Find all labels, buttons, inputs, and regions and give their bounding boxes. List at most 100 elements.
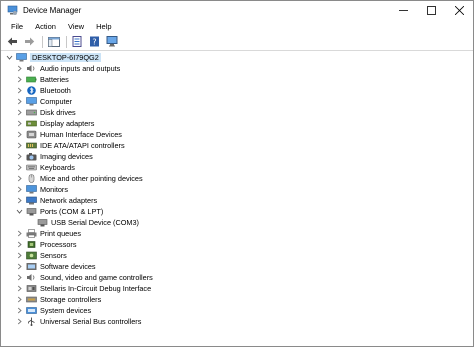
menu-help[interactable]: Help [90,22,117,31]
help-book-icon: ? [90,36,99,47]
ide-controller-icon [26,141,37,150]
device-category-row[interactable]: Network adapters [1,195,473,206]
usb-icon [26,317,37,326]
device-category-row[interactable]: Stellaris In-Circuit Debug Interface [1,283,473,294]
device-category-row[interactable]: Batteries [1,74,473,85]
device-category-label: Print queues [40,229,81,238]
window-title: Device Manager [23,5,82,15]
device-category-row[interactable]: Storage controllers [1,294,473,305]
maximize-icon [426,5,436,15]
chevron-right-icon[interactable] [15,65,23,73]
device-category-row[interactable]: Sound, video and game controllers [1,272,473,283]
scan-hardware-changes-button[interactable] [104,35,119,49]
device-category-label: Disk drives [40,108,76,117]
chevron-right-icon[interactable] [15,142,23,150]
device-category-row[interactable]: Computer [1,96,473,107]
chevron-right-icon[interactable] [15,87,23,95]
device-category-label: Monitors [40,185,68,194]
network-adapter-icon [26,196,37,205]
menu-view[interactable]: View [62,22,90,31]
device-category-row[interactable]: Ports (COM & LPT) [1,206,473,217]
chevron-right-icon[interactable] [15,164,23,172]
console-tree-icon [47,36,60,47]
device-category-row[interactable]: Universal Serial Bus controllers [1,316,473,327]
chevron-right-icon[interactable] [15,109,23,117]
device-category-label: Keyboards [40,163,75,172]
device-category-row[interactable]: IDE ATA/ATAPI controllers [1,140,473,151]
device-category-label: IDE ATA/ATAPI controllers [40,141,125,150]
device-category-row[interactable]: System devices [1,305,473,316]
device-category-row[interactable]: Mice and other pointing devices [1,173,473,184]
display-adapter-icon [26,119,37,128]
title-bar[interactable]: Device Manager [1,1,473,19]
device-category-row[interactable]: Human Interface Devices [1,129,473,140]
chevron-right-icon[interactable] [15,120,23,128]
chevron-right-icon[interactable] [15,153,23,161]
maximize-button[interactable] [417,1,445,19]
device-category-label: Stellaris In-Circuit Debug Interface [40,284,152,293]
back-button[interactable] [5,35,20,49]
device-label: USB Serial Device (COM3) [51,218,139,227]
chevron-right-icon[interactable] [15,230,23,238]
minimize-button[interactable] [389,1,417,19]
close-icon [454,5,464,15]
device-category-label: Ports (COM & LPT) [40,207,104,216]
properties-button[interactable] [70,35,85,49]
chevron-right-icon[interactable] [15,98,23,106]
speaker-icon [26,273,37,282]
chevron-right-icon[interactable] [15,241,23,249]
properties-icon [72,36,82,47]
device-category-row[interactable]: Sensors [1,250,473,261]
device-category-row[interactable]: Software devices [1,261,473,272]
device-category-row[interactable]: Disk drives [1,107,473,118]
device-category-label: Network adapters [40,196,98,205]
device-category-row[interactable]: Imaging devices [1,151,473,162]
camera-icon [26,152,37,161]
device-category-row[interactable]: Keyboards [1,162,473,173]
device-category-label: Imaging devices [40,152,93,161]
svg-text:?: ? [92,38,96,47]
monitor-icon [26,185,37,194]
menu-file[interactable]: File [5,22,29,31]
help-button[interactable]: ? [87,35,102,49]
storage-controller-icon [26,295,37,304]
battery-icon [26,75,37,84]
chevron-right-icon[interactable] [15,285,23,293]
tree-root[interactable]: DESKTOP-6I79QG2 [1,52,473,63]
chevron-right-icon[interactable] [15,307,23,315]
device-category-row[interactable]: Display adapters [1,118,473,129]
keyboard-icon [26,163,37,172]
device-category-row[interactable]: Audio inputs and outputs [1,63,473,74]
chevron-down-icon[interactable] [15,208,23,216]
device-row[interactable]: USB Serial Device (COM3) [1,217,473,228]
hid-icon [26,130,37,139]
menu-action[interactable]: Action [29,22,62,31]
show-hide-console-tree-button[interactable] [46,35,61,49]
chevron-right-icon[interactable] [15,318,23,326]
bluetooth-icon [26,86,37,95]
chevron-down-icon[interactable] [5,54,13,62]
chevron-right-icon[interactable] [15,296,23,304]
chevron-right-icon[interactable] [15,252,23,260]
device-category-label: Human Interface Devices [40,130,122,139]
port-icon [26,207,37,216]
device-category-row[interactable]: Print queues [1,228,473,239]
device-category-label: Software devices [40,262,96,271]
device-category-row[interactable]: Processors [1,239,473,250]
device-category-label: Processors [40,240,77,249]
chevron-right-icon[interactable] [15,263,23,271]
close-button[interactable] [445,1,473,19]
chevron-right-icon[interactable] [15,274,23,282]
device-category-row[interactable]: Bluetooth [1,85,473,96]
port-icon [37,218,48,227]
chevron-right-icon[interactable] [15,186,23,194]
chevron-right-icon[interactable] [15,175,23,183]
debug-interface-icon [26,284,37,293]
forward-button[interactable] [22,35,37,49]
chevron-right-icon[interactable] [15,131,23,139]
category-list: Audio inputs and outputs Batteries Bluetoo… [1,63,473,327]
chevron-right-icon[interactable] [15,76,23,84]
device-category-row[interactable]: Monitors [1,184,473,195]
chevron-right-icon[interactable] [15,197,23,205]
device-category-label: System devices [40,306,92,315]
